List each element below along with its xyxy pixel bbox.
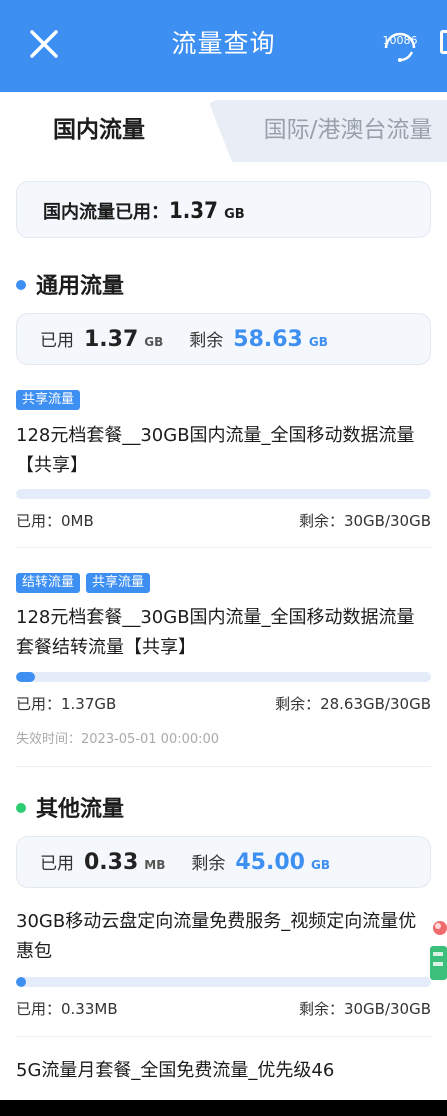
other-package-1-progress-fill: [16, 977, 27, 987]
package-1-remain: 剩余：30GB/30GB: [298, 512, 431, 530]
package-2-remain: 剩余：28.63GB/30GB: [275, 695, 431, 713]
tag-rollover: 结转流量: [16, 573, 81, 593]
summary-label: 国内流量已用：: [43, 202, 169, 223]
divider: [16, 547, 431, 548]
usage-summary-card: 国内流量已用：1.37 GB: [16, 181, 431, 238]
remain-value: 45.00: [235, 850, 305, 875]
remain-label: 剩余: [191, 854, 226, 874]
tag-shared: 共享流量: [16, 390, 81, 410]
remain-unit: GB: [310, 858, 330, 872]
divider: [16, 1036, 431, 1037]
package-2-name: 128元档套餐__30GB国内流量_全国移动数据流量套餐结转流量【共享】: [16, 607, 415, 658]
app-header: 流量查询 10086: [0, 0, 447, 92]
used-value: 0.33: [84, 850, 139, 875]
package-2-progress-fill: [16, 672, 35, 682]
tag-shared: 共享流量: [86, 573, 151, 593]
remain-label: 剩余: [189, 331, 224, 351]
summary-unit: GB: [224, 207, 245, 222]
package-2-tags: 结转流量 共享流量: [16, 571, 156, 593]
flow-tabs: 国内流量 国际/港澳台流量: [0, 92, 447, 162]
package-1-used: 已用：0MB: [16, 512, 94, 530]
floating-promo-icon[interactable]: [426, 912, 447, 990]
summary-value: 1.37: [169, 199, 218, 224]
used-value: 1.37: [84, 327, 139, 352]
package-1-name: 128元档套餐__30GB国内流量_全国移动数据流量【共享】: [16, 425, 415, 476]
used-label: 已用: [40, 854, 74, 874]
used-unit: MB: [144, 858, 166, 872]
divider: [16, 766, 431, 767]
other-package-1-progress: [16, 977, 431, 987]
other-package-2-name: 5G流量月套餐_全国免费流量_优先级46: [16, 1060, 335, 1081]
other-stats-card: 已用 0.33 MB 剩余 45.00 GB: [16, 836, 431, 888]
general-stats-card: 已用 1.37 GB 剩余 58.63 GB: [16, 313, 431, 365]
menu-icon[interactable]: [440, 30, 447, 54]
other-dot-icon: [16, 803, 26, 813]
remain-value: 58.63: [233, 327, 303, 352]
other-package-1-remain: 剩余：30GB/30GB: [298, 1000, 431, 1018]
used-unit: GB: [144, 335, 164, 349]
used-label: 已用: [40, 331, 74, 351]
general-dot-icon: [16, 280, 26, 290]
package-2-expire: 失效时间：2023-05-01 00:00:00: [16, 732, 220, 747]
general-section-title: 通用流量: [16, 268, 124, 300]
other-package-1-used: 已用：0.33MB: [16, 1000, 118, 1018]
system-nav-bar: [0, 1100, 447, 1116]
other-package-1-name: 30GB移动云盘定向流量免费服务_视频定向流量优惠包: [16, 911, 417, 962]
other-section-title: 其他流量: [16, 791, 124, 823]
package-2-used: 已用：1.37GB: [16, 695, 117, 713]
package-1-tags: 共享流量: [16, 388, 86, 410]
remain-unit: GB: [308, 335, 328, 349]
package-1-progress: [16, 489, 431, 499]
service-number: 10086: [382, 34, 418, 47]
tab-international-label: 国际/港澳台流量: [263, 117, 433, 143]
tab-domestic-label: 国内流量: [53, 117, 145, 143]
package-2-progress: [16, 672, 431, 682]
